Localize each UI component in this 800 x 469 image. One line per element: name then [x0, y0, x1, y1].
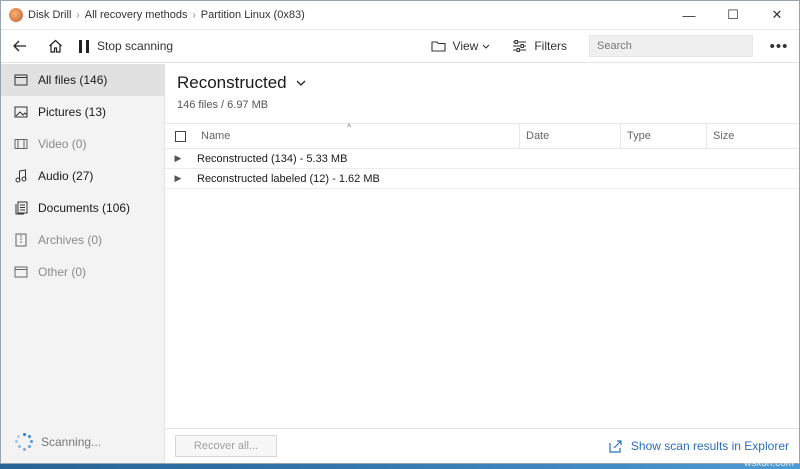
sidebar-item-label: Other (0) [38, 265, 87, 279]
sidebar-item-label: All files (146) [38, 73, 108, 87]
category-dropdown[interactable]: Reconstructed [177, 73, 306, 93]
scanning-label: Scanning... [41, 435, 102, 449]
page-title: Reconstructed [177, 73, 287, 92]
recover-all-button[interactable]: Recover all... [175, 435, 277, 457]
sidebar-item-archives[interactable]: Archives (0) [1, 224, 164, 256]
other-icon [13, 264, 29, 280]
app-name: Disk Drill [28, 9, 72, 21]
row-label: Reconstructed (134) - 5.33 MB [197, 152, 348, 165]
title-bar: Disk Drill › All recovery methods › Part… [1, 1, 799, 30]
video-icon [13, 136, 29, 152]
home-icon [48, 39, 62, 53]
column-label: Type [627, 130, 651, 142]
explorer-link-label: Show scan results in Explorer [630, 439, 789, 453]
footer-bar: Recover all... Show scan results in Expl… [165, 428, 799, 463]
column-header-size[interactable]: Size [707, 124, 763, 148]
main-area: All files (146) Pictures (13) Video (0) … [1, 64, 799, 463]
sidebar-item-other[interactable]: Other (0) [1, 256, 164, 288]
close-button[interactable]: ✕ [755, 1, 799, 29]
sidebar-item-label: Audio (27) [38, 169, 94, 183]
back-arrow-icon [13, 40, 26, 52]
folder-icon [430, 41, 446, 52]
spinner-icon [15, 433, 33, 451]
view-menu-button[interactable]: View [430, 39, 491, 53]
expand-arrow-icon[interactable]: ▶ [165, 173, 191, 184]
files-summary: 146 files / 6.97 MB [177, 99, 269, 111]
documents-icon [13, 200, 29, 216]
select-all-checkbox[interactable] [174, 130, 186, 142]
sort-ascending-icon: ^ [347, 122, 352, 132]
scanning-status: Scanning... [15, 433, 101, 451]
chevron-down-icon [296, 80, 306, 86]
more-options-button[interactable]: ••• [767, 38, 791, 55]
results-table: ^ Name Date Type Size ▶ Reconstructed (1… [165, 122, 799, 189]
table-row[interactable]: ▶ Reconstructed labeled (12) - 1.62 MB [165, 169, 799, 189]
breadcrumb-recovery-methods[interactable]: All recovery methods [85, 9, 188, 21]
sidebar: All files (146) Pictures (13) Video (0) … [1, 64, 165, 463]
view-label: View [452, 39, 479, 53]
sidebar-item-documents[interactable]: Documents (106) [1, 192, 164, 224]
breadcrumb-separator-icon: › [76, 9, 80, 21]
app-window: Disk Drill › All recovery methods › Part… [0, 0, 800, 464]
sidebar-item-label: Pictures (13) [38, 105, 107, 119]
filters-label: Filters [534, 39, 567, 53]
table-header: ^ Name Date Type Size [165, 122, 799, 149]
pause-icon[interactable] [71, 30, 97, 63]
column-header-type[interactable]: Type [621, 124, 707, 148]
disk-drill-logo-icon [9, 8, 23, 22]
column-label: Size [713, 130, 735, 142]
watermark-text: wsxdn.com [743, 458, 794, 469]
search-input[interactable] [589, 35, 753, 57]
back-button[interactable] [1, 30, 39, 63]
toolbar: Stop scanning View Filters ••• [1, 30, 799, 63]
all-files-icon [13, 72, 29, 88]
breadcrumb-partition: Partition Linux (0x83) [200, 9, 305, 21]
filters-button[interactable]: Filters [512, 39, 567, 53]
minimize-button[interactable]: — [667, 1, 711, 29]
external-link-icon [609, 439, 622, 453]
sidebar-item-all-files[interactable]: All files (146) [1, 64, 164, 96]
sidebar-item-label: Video (0) [38, 137, 87, 151]
filters-icon [513, 40, 527, 52]
results-panel: Reconstructed 146 files / 6.97 MB ^ Name… [165, 64, 799, 463]
home-button[interactable] [39, 30, 71, 63]
sidebar-item-label: Documents (106) [38, 201, 131, 215]
archives-icon [13, 232, 29, 248]
column-label: Name [201, 130, 231, 142]
stop-scanning-button[interactable]: Stop scanning [97, 39, 173, 53]
show-in-explorer-link[interactable]: Show scan results in Explorer [609, 439, 789, 453]
column-header-name[interactable]: ^ Name [195, 122, 520, 148]
column-label: Date [526, 130, 550, 142]
breadcrumb-separator-icon: › [192, 9, 196, 21]
sidebar-item-video[interactable]: Video (0) [1, 128, 164, 160]
audio-icon [13, 168, 29, 184]
pictures-icon [13, 104, 29, 120]
chevron-down-icon [482, 44, 490, 49]
row-label: Reconstructed labeled (12) - 1.62 MB [197, 172, 380, 185]
sidebar-item-label: Archives (0) [38, 233, 103, 247]
expand-arrow-icon[interactable]: ▶ [165, 153, 191, 164]
sidebar-item-pictures[interactable]: Pictures (13) [1, 96, 164, 128]
window-controls: — ☐ ✕ [667, 1, 799, 29]
column-header-date[interactable]: Date [520, 124, 621, 148]
table-row[interactable]: ▶ Reconstructed (134) - 5.33 MB [165, 149, 799, 169]
sidebar-item-audio[interactable]: Audio (27) [1, 160, 164, 192]
maximize-button[interactable]: ☐ [711, 1, 755, 29]
